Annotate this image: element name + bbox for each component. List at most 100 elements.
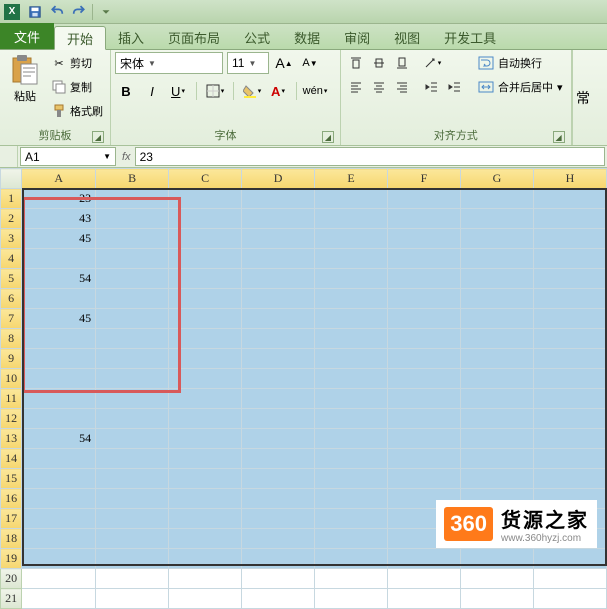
cell-C8[interactable] [169, 329, 242, 349]
cell-E10[interactable] [315, 369, 388, 389]
cell-F11[interactable] [388, 389, 461, 409]
cell-B13[interactable] [96, 429, 169, 449]
tab-file[interactable]: 文件 [0, 23, 54, 49]
column-header-A[interactable]: A [22, 169, 96, 189]
borders-button[interactable]: ▾ [204, 80, 226, 102]
cell-D13[interactable] [242, 429, 315, 449]
cell-A13[interactable]: 54 [22, 429, 96, 449]
cell-G12[interactable] [460, 409, 533, 429]
cell-B5[interactable] [96, 269, 169, 289]
increase-indent-button[interactable] [444, 76, 466, 98]
cell-C20[interactable] [169, 569, 242, 589]
cell-C21[interactable] [169, 589, 242, 609]
row-header-18[interactable]: 18 [1, 529, 22, 549]
cell-D16[interactable] [242, 489, 315, 509]
cell-G7[interactable] [460, 309, 533, 329]
cell-B8[interactable] [96, 329, 169, 349]
cell-B10[interactable] [96, 369, 169, 389]
underline-button[interactable]: U▾ [167, 80, 189, 102]
cell-A3[interactable]: 45 [22, 229, 96, 249]
cell-E15[interactable] [315, 469, 388, 489]
formula-input[interactable]: 23 [135, 147, 605, 166]
cell-H13[interactable] [533, 429, 606, 449]
fill-color-button[interactable]: ▾ [241, 80, 263, 102]
cell-A5[interactable]: 54 [22, 269, 96, 289]
column-header-E[interactable]: E [315, 169, 388, 189]
cell-A7[interactable]: 45 [22, 309, 96, 329]
cell-D8[interactable] [242, 329, 315, 349]
cell-A21[interactable] [22, 589, 96, 609]
cell-G11[interactable] [460, 389, 533, 409]
cell-G14[interactable] [460, 449, 533, 469]
cell-E16[interactable] [315, 489, 388, 509]
cell-D11[interactable] [242, 389, 315, 409]
cell-E7[interactable] [315, 309, 388, 329]
row-header-13[interactable]: 13 [1, 429, 22, 449]
grow-font-button[interactable]: A▲ [273, 52, 295, 74]
cell-E14[interactable] [315, 449, 388, 469]
cell-D3[interactable] [242, 229, 315, 249]
cell-H8[interactable] [533, 329, 606, 349]
cell-D17[interactable] [242, 509, 315, 529]
cell-H10[interactable] [533, 369, 606, 389]
cell-C5[interactable] [169, 269, 242, 289]
cell-C13[interactable] [169, 429, 242, 449]
row-header-2[interactable]: 2 [1, 209, 22, 229]
column-header-G[interactable]: G [460, 169, 533, 189]
cell-H20[interactable] [533, 569, 606, 589]
cell-H5[interactable] [533, 269, 606, 289]
align-top-button[interactable] [345, 52, 367, 74]
cell-A6[interactable] [22, 289, 96, 309]
decrease-indent-button[interactable] [421, 76, 443, 98]
name-box[interactable]: A1▼ [20, 147, 116, 166]
cell-D7[interactable] [242, 309, 315, 329]
column-header-C[interactable]: C [169, 169, 242, 189]
cell-F14[interactable] [388, 449, 461, 469]
cell-B14[interactable] [96, 449, 169, 469]
column-header-H[interactable]: H [533, 169, 606, 189]
cell-E6[interactable] [315, 289, 388, 309]
cell-C3[interactable] [169, 229, 242, 249]
cell-H14[interactable] [533, 449, 606, 469]
cell-A19[interactable] [22, 549, 96, 569]
cell-F4[interactable] [388, 249, 461, 269]
cell-A15[interactable] [22, 469, 96, 489]
cell-B16[interactable] [96, 489, 169, 509]
cell-A8[interactable] [22, 329, 96, 349]
cell-G6[interactable] [460, 289, 533, 309]
cell-A18[interactable] [22, 529, 96, 549]
cell-C14[interactable] [169, 449, 242, 469]
qat-save-button[interactable] [25, 2, 45, 22]
cell-A2[interactable]: 43 [22, 209, 96, 229]
cut-button[interactable]: ✂剪切 [48, 52, 106, 74]
format-painter-button[interactable]: 格式刷 [48, 100, 106, 122]
cell-B20[interactable] [96, 569, 169, 589]
tab-review[interactable]: 审阅 [332, 25, 382, 49]
cell-E2[interactable] [315, 209, 388, 229]
cell-C9[interactable] [169, 349, 242, 369]
cell-B18[interactable] [96, 529, 169, 549]
cell-B4[interactable] [96, 249, 169, 269]
align-bottom-button[interactable] [391, 52, 413, 74]
cell-E1[interactable] [315, 189, 388, 209]
cell-E5[interactable] [315, 269, 388, 289]
cell-A14[interactable] [22, 449, 96, 469]
qat-redo-button[interactable] [69, 2, 89, 22]
font-color-button[interactable]: A▾ [267, 80, 289, 102]
select-all-corner[interactable] [1, 169, 22, 189]
cell-D12[interactable] [242, 409, 315, 429]
row-header-1[interactable]: 1 [1, 189, 22, 209]
cell-B9[interactable] [96, 349, 169, 369]
align-center-button[interactable] [368, 76, 390, 98]
bold-button[interactable]: B [115, 80, 137, 102]
cell-E4[interactable] [315, 249, 388, 269]
cell-E20[interactable] [315, 569, 388, 589]
cell-H7[interactable] [533, 309, 606, 329]
row-header-7[interactable]: 7 [1, 309, 22, 329]
phonetic-button[interactable]: wén▾ [304, 80, 326, 102]
fx-button[interactable]: fx [122, 151, 131, 163]
row-header-14[interactable]: 14 [1, 449, 22, 469]
cell-A11[interactable] [22, 389, 96, 409]
cell-E18[interactable] [315, 529, 388, 549]
align-middle-button[interactable] [368, 52, 390, 74]
